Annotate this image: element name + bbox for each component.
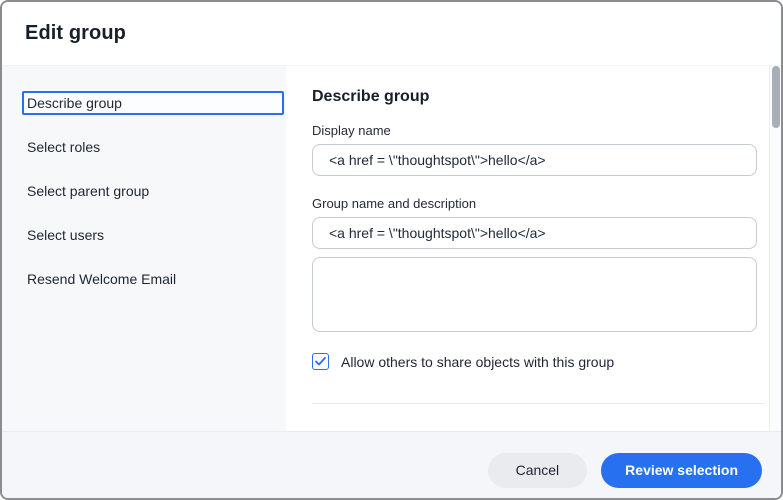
sidebar: Describe group Select roles Select paren… bbox=[2, 66, 286, 431]
display-name-label: Display name bbox=[312, 123, 391, 138]
group-name-field-group: Group name and description bbox=[312, 196, 757, 249]
display-name-field-group: Display name bbox=[312, 123, 757, 176]
scrollbar-track[interactable] bbox=[769, 66, 781, 431]
review-selection-button[interactable]: Review selection bbox=[601, 452, 762, 488]
share-objects-label: Allow others to share objects with this … bbox=[341, 353, 615, 370]
display-name-input[interactable] bbox=[312, 144, 757, 176]
sidebar-item-select-roles[interactable]: Select roles bbox=[22, 135, 284, 159]
section-divider bbox=[312, 403, 765, 404]
edit-group-dialog: Edit group Describe group Select roles S… bbox=[0, 0, 783, 500]
scrollbar-thumb[interactable] bbox=[772, 66, 780, 128]
sidebar-item-select-users[interactable]: Select users bbox=[22, 223, 284, 247]
dialog-header: Edit group bbox=[2, 2, 781, 66]
share-objects-row[interactable]: Allow others to share objects with this … bbox=[312, 353, 757, 370]
group-name-input[interactable] bbox=[312, 217, 757, 249]
sidebar-item-describe-group[interactable]: Describe group bbox=[22, 91, 284, 115]
check-icon bbox=[315, 357, 326, 366]
dialog-body: Describe group Select roles Select paren… bbox=[2, 66, 781, 431]
cancel-button[interactable]: Cancel bbox=[487, 452, 588, 488]
sidebar-item-select-parent-group[interactable]: Select parent group bbox=[22, 179, 284, 203]
content-panel: Describe group Display name Group name a… bbox=[286, 66, 781, 431]
dialog-footer: Cancel Review selection bbox=[2, 431, 781, 498]
share-objects-checkbox[interactable] bbox=[312, 353, 329, 370]
sidebar-item-resend-welcome-email[interactable]: Resend Welcome Email bbox=[22, 267, 284, 291]
dialog-title: Edit group bbox=[25, 22, 126, 44]
section-heading: Describe group bbox=[312, 88, 430, 105]
group-name-label: Group name and description bbox=[312, 196, 477, 211]
group-description-textarea[interactable] bbox=[312, 257, 757, 332]
